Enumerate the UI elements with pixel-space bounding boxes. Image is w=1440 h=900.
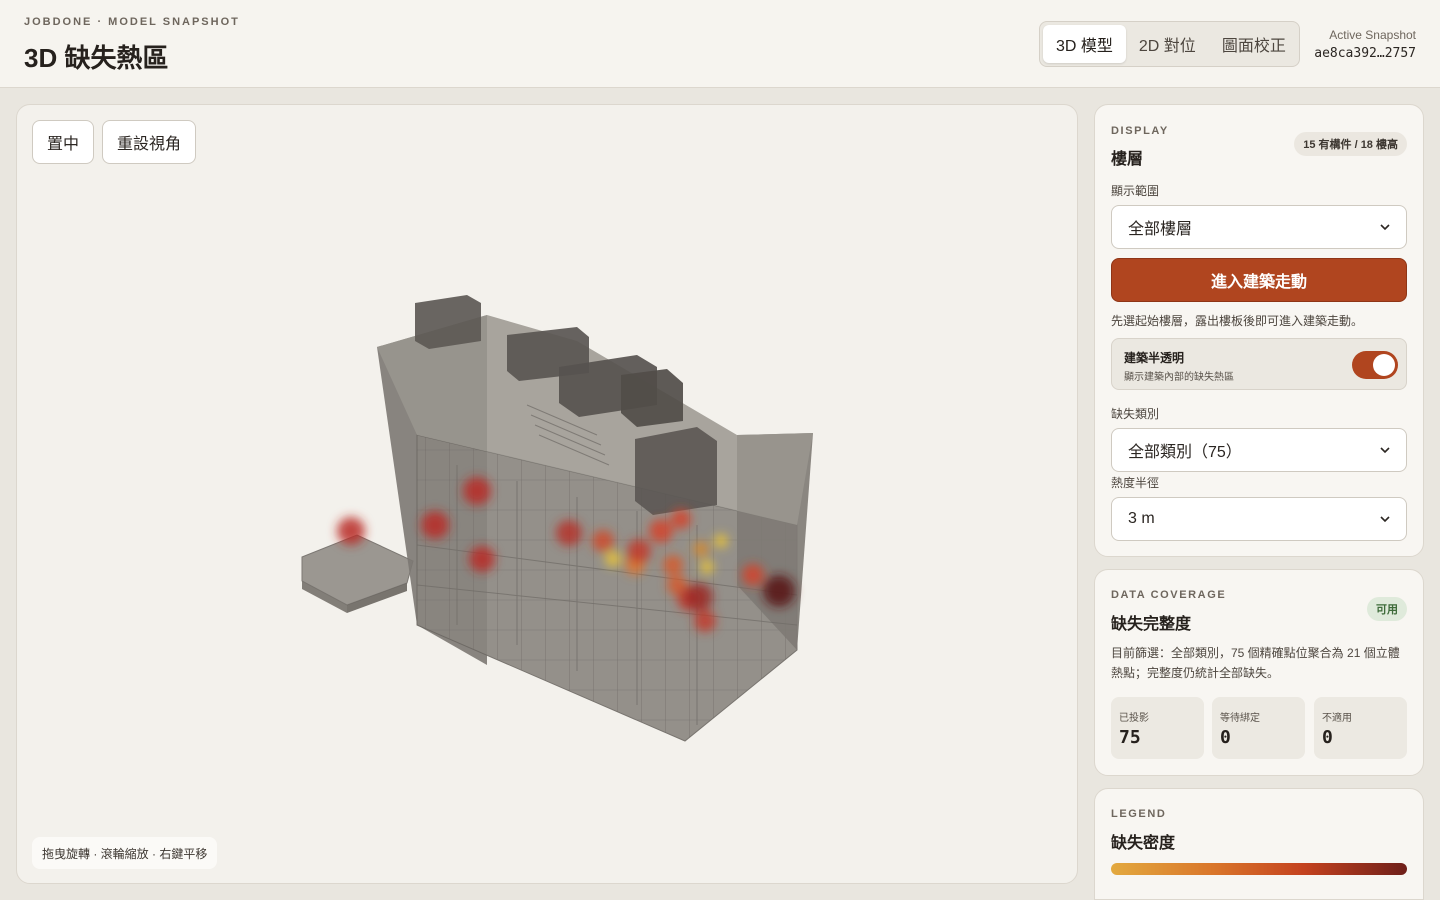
center-view-button[interactable]: 置中 bbox=[32, 120, 95, 164]
transparency-switch[interactable] bbox=[1352, 351, 1398, 379]
walk-note: 先選起始樓層，露出樓板後即可進入建築走動。 bbox=[1111, 314, 1364, 328]
display-title: 樓層 bbox=[1111, 151, 1144, 168]
model-viewport[interactable]: 置中 重設視角 拖曳旋轉 · 滾輪縮放 · 右鍵平移 bbox=[16, 104, 1078, 884]
chevron-down-icon bbox=[1380, 447, 1390, 454]
coverage-description: 目前篩選：全部類別，75 個精確點位聚合為 21 個立體熱點；完整度仍統計全部缺… bbox=[1111, 646, 1400, 680]
hotspot bbox=[685, 583, 713, 611]
hotspot bbox=[649, 519, 673, 543]
range-label: 顯示範圍 bbox=[1111, 184, 1160, 198]
floor-range-value: 全部樓層 bbox=[1128, 221, 1193, 238]
active-snapshot: Active Snapshot ae8ca392…2757 bbox=[1314, 28, 1416, 61]
transparency-subtitle: 顯示建築內部的缺失熱區 bbox=[1124, 372, 1234, 383]
hotspot bbox=[663, 555, 683, 575]
hotspot bbox=[742, 564, 764, 586]
display-kicker: DISPLAY bbox=[1111, 125, 1169, 137]
floor-range-select[interactable]: 全部樓層 bbox=[1111, 205, 1407, 249]
transparency-title: 建築半透明 bbox=[1124, 351, 1185, 365]
hotspot bbox=[627, 539, 651, 563]
chevron-down-icon bbox=[1380, 516, 1390, 523]
hotspot bbox=[605, 551, 621, 567]
stat-pending: 等待綁定 0 bbox=[1212, 697, 1305, 759]
display-card: DISPLAY 樓層 15 有構件 / 18 樓高 顯示範圍 全部樓層 進入建築… bbox=[1094, 104, 1424, 557]
category-value: 全部類別（75） bbox=[1128, 444, 1242, 461]
category-label: 缺失類別 bbox=[1111, 407, 1160, 421]
navigation-hint: 拖曳旋轉 · 滾輪縮放 · 右鍵平移 bbox=[32, 837, 218, 869]
stat-not-applicable: 不適用 0 bbox=[1314, 697, 1407, 759]
tab-drawing-calibration[interactable]: 圖面校正 bbox=[1209, 25, 1299, 63]
stat-value: 0 bbox=[1322, 727, 1333, 748]
tab-3d-model[interactable]: 3D 模型 bbox=[1043, 25, 1126, 63]
hotspot bbox=[671, 509, 691, 529]
hotspot bbox=[693, 541, 709, 557]
hotspot bbox=[337, 517, 365, 545]
app-kicker: JOBDONE · MODEL SNAPSHOT bbox=[24, 16, 240, 28]
hotspot bbox=[592, 530, 614, 552]
top-header: JOBDONE · MODEL SNAPSHOT 3D 缺失熱區 3D 模型 2… bbox=[0, 0, 1440, 88]
page-title: 3D 缺失熱區 bbox=[24, 43, 169, 73]
floor-count-badge: 15 有構件 / 18 樓高 bbox=[1294, 132, 1407, 156]
viewer-toolbar: 置中 重設視角 bbox=[32, 120, 197, 164]
coverage-card: DATA COVERAGE 缺失完整度 可用 目前篩選：全部類別，75 個精確點… bbox=[1094, 569, 1424, 776]
status-badge: 可用 bbox=[1367, 597, 1407, 621]
hotspot bbox=[469, 546, 495, 572]
radius-label: 熱度半徑 bbox=[1111, 476, 1160, 490]
heat-radius-select[interactable]: 3 m bbox=[1111, 497, 1407, 541]
enter-walk-button[interactable]: 進入建築走動 bbox=[1111, 258, 1407, 302]
radius-value: 3 m bbox=[1128, 510, 1155, 527]
building-model bbox=[301, 295, 813, 742]
stat-value: 0 bbox=[1220, 727, 1231, 748]
tab-2d-align[interactable]: 2D 對位 bbox=[1126, 25, 1209, 63]
hotspot bbox=[556, 520, 582, 546]
legend-card: LEGEND 缺失密度 bbox=[1094, 788, 1424, 900]
stat-label: 不適用 bbox=[1322, 713, 1352, 724]
stat-label: 已投影 bbox=[1119, 713, 1149, 724]
coverage-title: 缺失完整度 bbox=[1111, 616, 1192, 633]
defect-category-select[interactable]: 全部類別（75） bbox=[1111, 428, 1407, 472]
stat-label: 等待綁定 bbox=[1220, 713, 1260, 724]
hotspot bbox=[463, 477, 491, 505]
stat-projected: 已投影 75 bbox=[1111, 697, 1204, 759]
switch-knob bbox=[1373, 354, 1395, 376]
hotspot bbox=[421, 511, 449, 539]
view-tab-group: 3D 模型 2D 對位 圖面校正 bbox=[1039, 21, 1300, 67]
transparency-toggle-row: 建築半透明 顯示建築內部的缺失熱區 bbox=[1111, 338, 1407, 390]
reset-view-button[interactable]: 重設視角 bbox=[102, 120, 197, 164]
legend-title: 缺失密度 bbox=[1111, 835, 1176, 852]
coverage-kicker: DATA COVERAGE bbox=[1111, 589, 1227, 601]
hotspot bbox=[714, 534, 728, 548]
building-model-canvas[interactable] bbox=[17, 105, 1078, 884]
density-gradient-bar bbox=[1111, 863, 1407, 875]
hotspot bbox=[763, 575, 795, 607]
stat-value: 75 bbox=[1119, 727, 1141, 748]
hotspot bbox=[694, 610, 716, 632]
legend-kicker: LEGEND bbox=[1111, 808, 1167, 820]
snapshot-label: Active Snapshot bbox=[1329, 28, 1416, 42]
hotspot bbox=[700, 560, 714, 574]
snapshot-id: ae8ca392…2757 bbox=[1314, 46, 1416, 61]
chevron-down-icon bbox=[1380, 224, 1390, 231]
